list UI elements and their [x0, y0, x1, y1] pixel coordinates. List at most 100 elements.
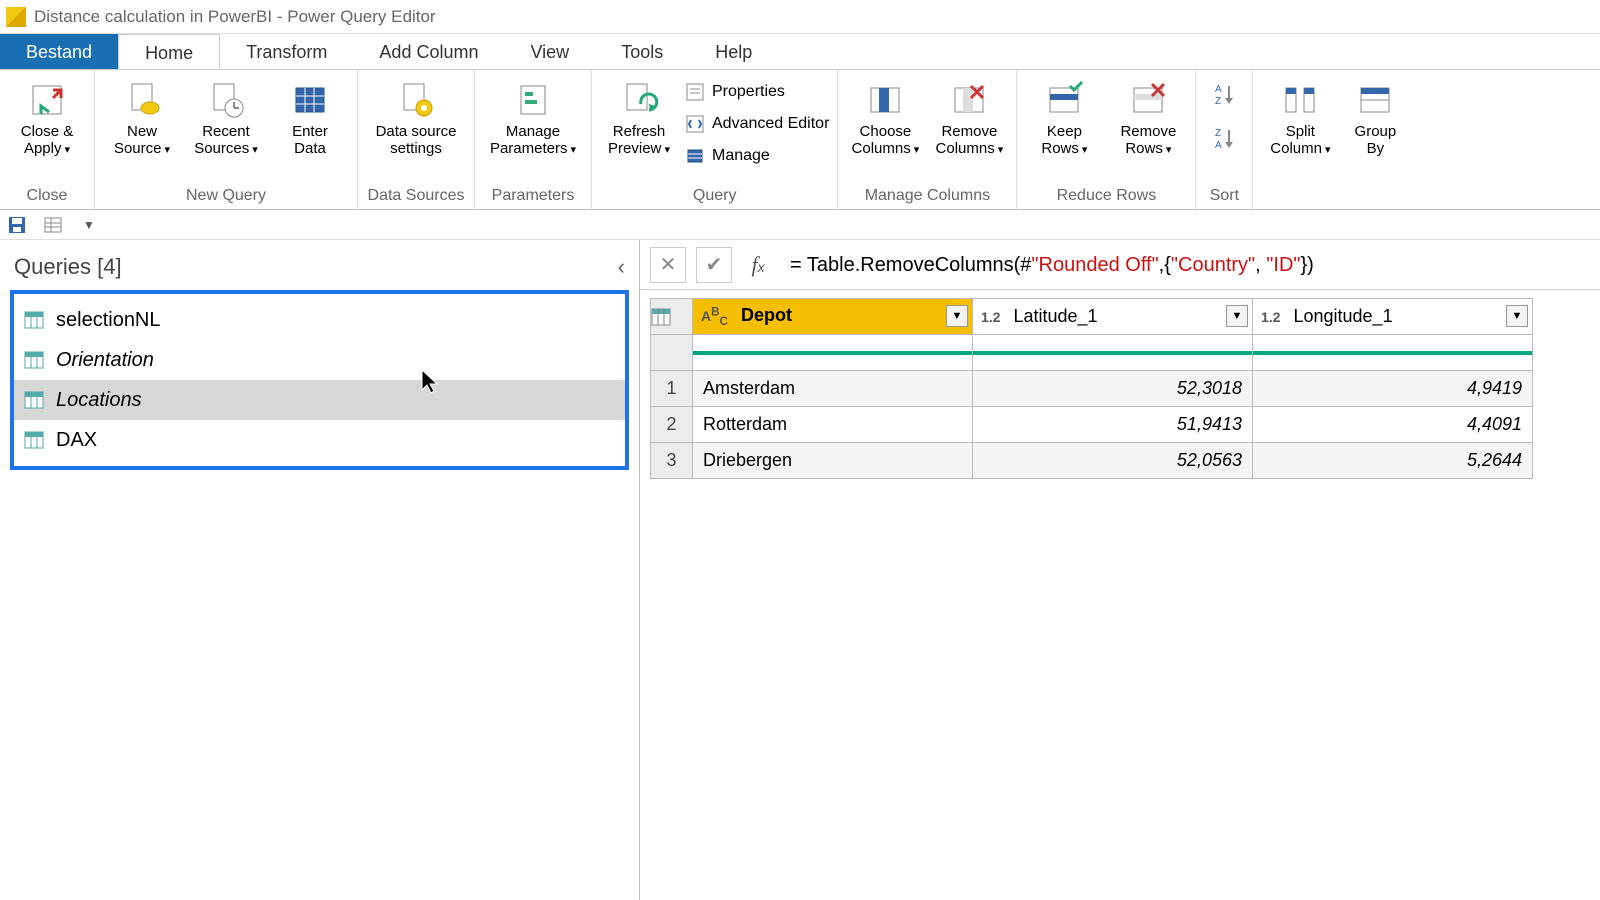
advanced-editor-icon	[684, 113, 706, 135]
table-row[interactable]: 1 Amsterdam 52,3018 4,9419	[651, 371, 1533, 407]
formula-cancel-button[interactable]: ✕	[650, 247, 686, 283]
formula-accept-button[interactable]: ✔	[696, 247, 732, 283]
title-bar: Distance calculation in PowerBI - Power …	[0, 0, 1600, 34]
save-icon[interactable]	[6, 214, 28, 236]
ribbon-group-new-query: New Source Recent Sources Enter Data New…	[95, 70, 358, 209]
column-filter-dropdown[interactable]: ▼	[1226, 305, 1248, 327]
tab-tools[interactable]: Tools	[595, 34, 689, 69]
app-logo-icon	[6, 7, 26, 27]
column-quality-bar	[693, 351, 972, 355]
column-header-longitude[interactable]: 1.2 Longitude_1 ▼	[1253, 299, 1533, 335]
tab-transform[interactable]: Transform	[220, 34, 353, 69]
ribbon-group-manage-columns: Choose Columns Remove Columns Manage Col…	[838, 70, 1017, 209]
keep-rows-icon	[1044, 80, 1084, 120]
mouse-cursor-icon	[420, 368, 440, 394]
window-title: Distance calculation in PowerBI - Power …	[34, 7, 436, 27]
recent-sources-icon	[206, 80, 246, 120]
ribbon-group-query: Refresh Preview Properties Advanced Edit…	[592, 70, 838, 209]
sort-asc-button[interactable]: AZ	[1204, 74, 1244, 114]
manage-parameters-icon	[513, 80, 553, 120]
column-quality-bar	[1253, 351, 1532, 355]
tab-view[interactable]: View	[504, 34, 595, 69]
ribbon-group-parameters: Manage Parameters Parameters	[475, 70, 592, 209]
remove-rows-button[interactable]: Remove Rows	[1109, 74, 1187, 157]
table-corner-button[interactable]	[651, 299, 693, 335]
properties-button[interactable]: Properties	[684, 78, 829, 106]
new-source-button[interactable]: New Source	[103, 74, 181, 157]
data-source-settings-button[interactable]: Data source settings	[366, 74, 466, 157]
formula-input[interactable]: = Table.RemoveColumns(#"Rounded Off",{"C…	[784, 248, 1590, 281]
enter-data-button[interactable]: Enter Data	[271, 74, 349, 157]
svg-text:A: A	[1215, 84, 1222, 95]
close-apply-icon	[27, 80, 67, 120]
svg-text:Z: Z	[1215, 96, 1221, 106]
column-quality-bar	[973, 351, 1252, 355]
split-column-icon	[1280, 80, 1320, 120]
properties-icon	[684, 81, 706, 103]
query-item-orientation[interactable]: Orientation	[14, 340, 625, 380]
refresh-preview-button[interactable]: Refresh Preview	[600, 74, 678, 157]
sort-desc-icon: ZA	[1213, 127, 1235, 149]
table-row[interactable]: 3 Driebergen 52,0563 5,2644	[651, 443, 1533, 479]
queries-header-label: Queries [4]	[14, 254, 122, 280]
close-apply-button[interactable]: Close & Apply	[8, 74, 86, 157]
choose-columns-button[interactable]: Choose Columns	[846, 74, 924, 157]
queries-pane: Queries [4] ‹ selectionNL Orientation Lo…	[0, 240, 640, 900]
choose-columns-icon	[865, 80, 905, 120]
fx-icon[interactable]: fx	[742, 252, 774, 278]
collapse-pane-icon[interactable]: ‹	[618, 254, 625, 280]
advanced-editor-button[interactable]: Advanced Editor	[684, 110, 829, 138]
group-by-button[interactable]: Group By	[1345, 74, 1405, 157]
table-view-icon[interactable]	[42, 214, 64, 236]
column-header-latitude[interactable]: 1.2 Latitude_1 ▼	[973, 299, 1253, 335]
table-icon	[24, 311, 44, 329]
column-header-depot[interactable]: ABC Depot ▼	[693, 299, 973, 335]
query-item-selectionnl[interactable]: selectionNL	[14, 300, 625, 340]
manage-icon	[684, 145, 706, 167]
column-filter-dropdown[interactable]: ▼	[946, 305, 968, 327]
refresh-icon	[619, 80, 659, 120]
results-table: ABC Depot ▼ 1.2 Latitude_1 ▼ 1.2 Longitu…	[650, 298, 1533, 479]
type-decimal-icon: 1.2	[981, 309, 1000, 325]
sort-desc-button[interactable]: ZA	[1204, 118, 1244, 158]
qat-dropdown-icon[interactable]: ▼	[78, 214, 100, 236]
remove-columns-icon	[949, 80, 989, 120]
tab-home[interactable]: Home	[118, 34, 220, 69]
data-content: ✕ ✔ fx = Table.RemoveColumns(#"Rounded O…	[640, 240, 1600, 900]
data-source-settings-icon	[396, 80, 436, 120]
table-icon	[24, 351, 44, 369]
tab-add-column[interactable]: Add Column	[353, 34, 504, 69]
ribbon-group-transform: Split Column Group By	[1253, 70, 1413, 209]
split-column-button[interactable]: Split Column	[1261, 74, 1339, 157]
tab-help[interactable]: Help	[689, 34, 778, 69]
tab-bestand[interactable]: Bestand	[0, 34, 118, 69]
manage-button[interactable]: Manage	[684, 142, 829, 170]
remove-rows-icon	[1128, 80, 1168, 120]
table-row[interactable]: 2 Rotterdam 51,9413 4,4091	[651, 407, 1533, 443]
group-by-icon	[1355, 80, 1395, 120]
sort-asc-icon: AZ	[1213, 83, 1235, 105]
ribbon: Close & Apply Close New Source Recent So…	[0, 70, 1600, 210]
queries-list: selectionNL Orientation Locations DAX	[10, 290, 629, 470]
main-area: Queries [4] ‹ selectionNL Orientation Lo…	[0, 240, 1600, 900]
query-item-dax[interactable]: DAX	[14, 420, 625, 460]
svg-text:Z: Z	[1215, 128, 1221, 139]
table-icon	[24, 431, 44, 449]
svg-text:A: A	[1215, 140, 1222, 150]
manage-parameters-button[interactable]: Manage Parameters	[483, 74, 583, 157]
column-filter-dropdown[interactable]: ▼	[1506, 305, 1528, 327]
type-decimal-icon: 1.2	[1261, 309, 1280, 325]
ribbon-group-close: Close & Apply Close	[0, 70, 95, 209]
keep-rows-button[interactable]: Keep Rows	[1025, 74, 1103, 157]
remove-columns-button[interactable]: Remove Columns	[930, 74, 1008, 157]
data-grid: ABC Depot ▼ 1.2 Latitude_1 ▼ 1.2 Longitu…	[640, 290, 1600, 487]
quick-access-toolbar: ▼	[0, 210, 1600, 240]
new-source-icon	[122, 80, 162, 120]
ribbon-group-reduce-rows: Keep Rows Remove Rows Reduce Rows	[1017, 70, 1196, 209]
ribbon-group-data-sources: Data source settings Data Sources	[358, 70, 475, 209]
enter-data-icon	[290, 80, 330, 120]
type-text-icon: ABC	[701, 308, 728, 324]
table-icon	[24, 391, 44, 409]
query-item-locations[interactable]: Locations	[14, 380, 625, 420]
recent-sources-button[interactable]: Recent Sources	[187, 74, 265, 157]
